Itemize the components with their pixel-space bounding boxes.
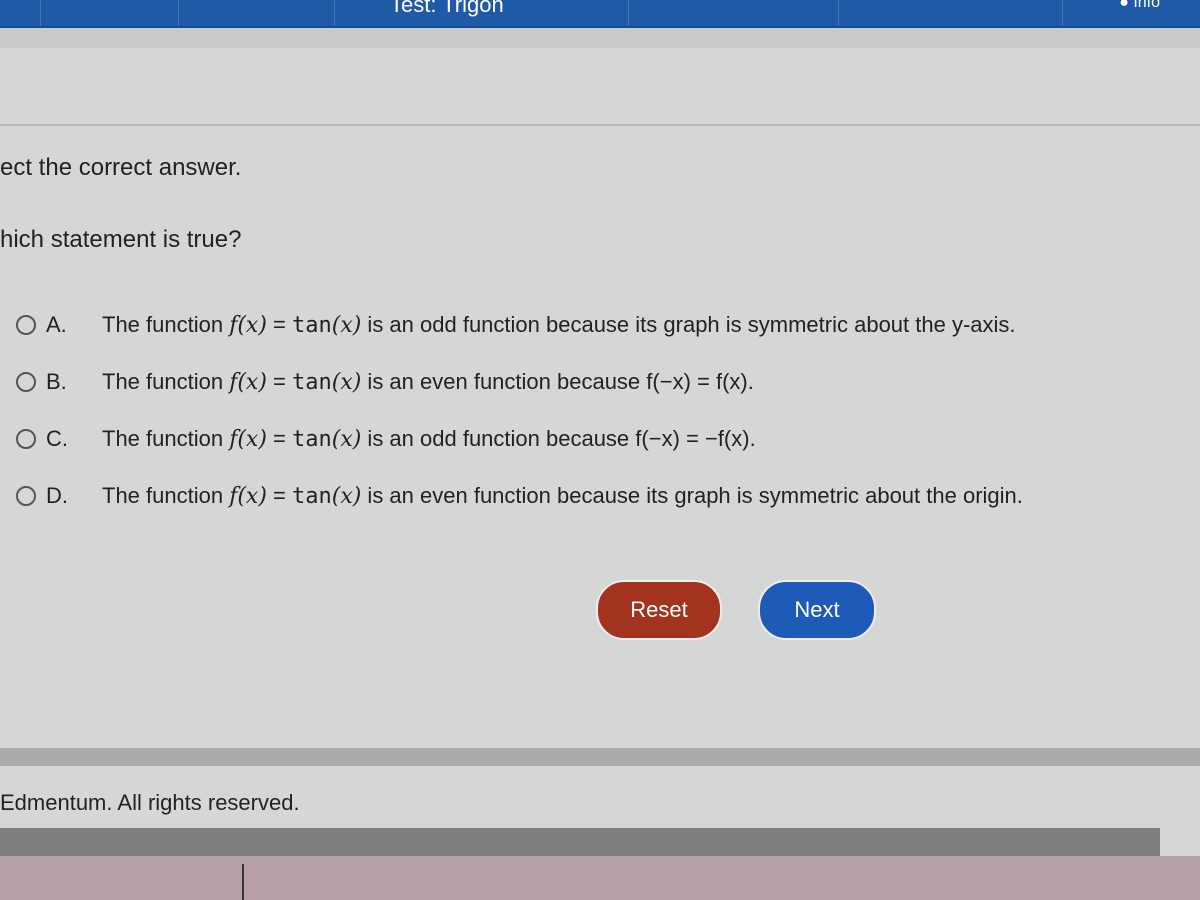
taskbar-divider bbox=[242, 864, 244, 900]
option-text: The function f(x) = tan(x) is an even fu… bbox=[102, 369, 754, 395]
option-letter: A. bbox=[46, 312, 67, 337]
option-letter: B. bbox=[46, 369, 67, 394]
option-letter: D. bbox=[46, 483, 68, 508]
option-letter: C. bbox=[46, 426, 68, 451]
toolbar-band bbox=[0, 28, 1200, 48]
answer-option-a[interactable]: A. The function f(x) = tan(x) is an odd … bbox=[16, 308, 1016, 342]
nav-divider bbox=[40, 0, 41, 26]
nav-divider bbox=[1062, 0, 1063, 26]
instructions: ect the correct answer. bbox=[0, 154, 242, 181]
divider bbox=[0, 124, 1200, 126]
answer-option-b[interactable]: B. The function f(x) = tan(x) is an even… bbox=[16, 365, 754, 399]
question-text: hich statement is true? bbox=[0, 226, 242, 253]
option-text: The function f(x) = tan(x) is an odd fun… bbox=[102, 312, 1016, 338]
option-text: The function f(x) = tan(x) is an odd fun… bbox=[102, 426, 756, 452]
taskbar bbox=[0, 856, 1200, 900]
answer-option-d[interactable]: D. The function f(x) = tan(x) is an even… bbox=[16, 479, 1023, 513]
answer-option-c[interactable]: C. The function f(x) = tan(x) is an odd … bbox=[16, 422, 756, 456]
copyright-text: Edmentum. All rights reserved. bbox=[0, 790, 300, 815]
radio-button[interactable] bbox=[16, 372, 36, 392]
nav-divider bbox=[628, 0, 629, 26]
nav-divider bbox=[838, 0, 839, 26]
info-label: Info bbox=[1133, 0, 1160, 11]
next-button[interactable]: Next bbox=[758, 580, 876, 640]
reset-button[interactable]: Reset bbox=[596, 580, 722, 640]
radio-button[interactable] bbox=[16, 315, 36, 335]
info-button[interactable]: ● Info bbox=[1119, 0, 1160, 12]
test-title: Test: Trigon bbox=[390, 0, 504, 17]
nav-divider bbox=[178, 0, 179, 26]
nav-divider bbox=[334, 0, 335, 26]
radio-button[interactable] bbox=[16, 486, 36, 506]
option-text: The function f(x) = tan(x) is an even fu… bbox=[102, 483, 1023, 509]
radio-button[interactable] bbox=[16, 429, 36, 449]
footer-divider bbox=[0, 748, 1200, 766]
bottom-bar bbox=[0, 828, 1160, 856]
info-icon: ● bbox=[1119, 0, 1129, 11]
top-navigation-bar: Test: Trigon ● Info bbox=[0, 0, 1200, 28]
